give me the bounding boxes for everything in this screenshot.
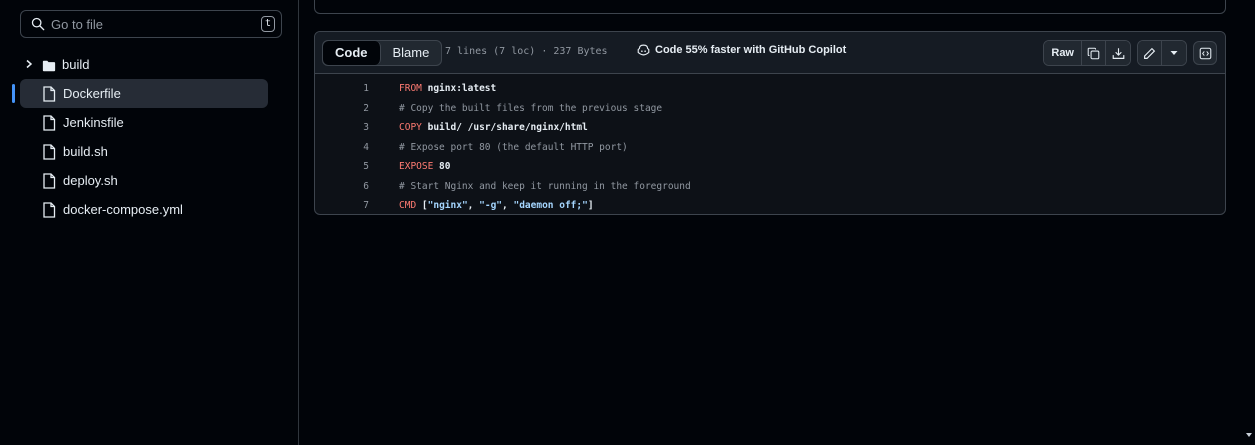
code-token: COPY	[399, 122, 428, 133]
code-token: FROM	[399, 83, 428, 94]
tree-item-jenkinsfile[interactable]: Jenkinsfile	[20, 108, 268, 137]
shortcut-key-badge: t	[261, 16, 275, 32]
raw-copy-download-group: Raw	[1043, 40, 1131, 66]
raw-button[interactable]: Raw	[1044, 41, 1082, 65]
code-line: 4 # Expose port 80 (the default HTTP port…	[315, 138, 1225, 158]
code-token: EXPOSE	[399, 161, 440, 172]
code-token: nginx:latest	[427, 83, 497, 94]
file-actions: Raw	[1037, 40, 1217, 66]
file-viewer: Code Blame 7 lines (7 loc) · 237 Bytes C…	[314, 31, 1226, 215]
tree-item-label: deploy.sh	[63, 173, 118, 188]
line-content: # Start Nginx and keep it running in the…	[399, 177, 691, 197]
code-token: 80	[439, 161, 451, 172]
tree-item-build[interactable]: build	[20, 50, 268, 79]
pencil-icon	[1144, 47, 1156, 59]
file-tree-sidebar: Go to file t build Dockerfile Jenkinsfil…	[0, 0, 299, 445]
file-icon	[43, 202, 56, 218]
tree-item-label: build.sh	[63, 144, 108, 159]
code-line: 1 FROM nginx:latest	[315, 79, 1225, 99]
download-icon	[1112, 47, 1124, 59]
previous-panel-edge	[314, 0, 1226, 14]
tree-item-label: docker-compose.yml	[63, 202, 183, 217]
code-token: "-g"	[479, 200, 503, 211]
code-token: CMD	[399, 200, 422, 211]
code-line: 7 CMD ["nginx", "-g", "daemon off;"]	[315, 196, 1225, 214]
scroll-down-arrow-icon[interactable]	[1246, 433, 1252, 437]
edit-menu-button[interactable]	[1162, 41, 1186, 65]
line-number[interactable]: 5	[315, 157, 369, 177]
line-content: CMD ["nginx", "-g", "daemon off;"]	[399, 196, 594, 214]
tree-item-dockerfile[interactable]: Dockerfile	[12, 79, 268, 108]
line-content: # Copy the built files from the previous…	[399, 99, 662, 119]
copilot-promo[interactable]: Code 55% faster with GitHub Copilot	[637, 44, 846, 56]
code-token: # Start Nginx and keep it running in the…	[399, 180, 691, 192]
file-icon	[43, 173, 56, 189]
file-tree: build Dockerfile Jenkinsfile build.sh de…	[0, 50, 298, 224]
tree-item-label: build	[62, 57, 90, 72]
edit-group	[1137, 40, 1187, 66]
triangle-down-icon	[1170, 51, 1178, 55]
tree-item-docker-compose[interactable]: docker-compose.yml	[20, 195, 268, 224]
main-content: Code Blame 7 lines (7 loc) · 237 Bytes C…	[299, 0, 1243, 445]
file-icon	[43, 144, 56, 160]
copilot-promo-label: Code 55% faster with GitHub Copilot	[655, 44, 847, 56]
code-square-icon	[1199, 47, 1211, 59]
tab-blame[interactable]: Blame	[381, 41, 442, 65]
copy-icon	[1087, 47, 1100, 59]
line-number[interactable]: 4	[315, 138, 369, 158]
file-meta: 7 lines (7 loc) · 237 Bytes	[445, 46, 608, 57]
symbols-panel-button[interactable]	[1193, 41, 1217, 65]
code-token: # Expose port 80 (the default HTTP port)	[399, 141, 628, 153]
code-token: "daemon off;"	[513, 200, 588, 211]
code-view: 1 FROM nginx:latest 2 # Copy the built file…	[315, 79, 1225, 214]
line-content: COPY build/ /usr/share/nginx/html	[399, 118, 588, 138]
code-token: build/ /usr/share/nginx/html	[427, 122, 588, 133]
selected-indicator	[12, 84, 15, 103]
code-token: ]	[587, 200, 594, 211]
page-scrollbar[interactable]	[1243, 0, 1255, 445]
code-token: # Copy the built files from the previous…	[399, 102, 663, 114]
copilot-icon	[637, 44, 650, 56]
code-line: 5 EXPOSE 80	[315, 157, 1225, 177]
file-icon	[43, 86, 56, 102]
code-line: 3 COPY build/ /usr/share/nginx/html	[315, 118, 1225, 138]
tree-item-deploy-sh[interactable]: deploy.sh	[20, 166, 268, 195]
line-number[interactable]: 6	[315, 177, 369, 197]
line-number[interactable]: 7	[315, 196, 369, 214]
file-header: Code Blame 7 lines (7 loc) · 237 Bytes C…	[315, 32, 1225, 74]
tree-item-label: Dockerfile	[63, 86, 121, 101]
view-toggle: Code Blame	[322, 40, 443, 66]
copy-raw-button[interactable]	[1082, 41, 1106, 65]
line-number[interactable]: 3	[315, 118, 369, 138]
code-token: "nginx"	[427, 200, 468, 211]
tree-item-build-sh[interactable]: build.sh	[20, 137, 268, 166]
folder-icon	[42, 60, 56, 72]
line-content: FROM nginx:latest	[399, 79, 496, 99]
line-number[interactable]: 1	[315, 79, 369, 99]
download-button[interactable]	[1106, 41, 1130, 65]
scrollbar-thumb[interactable]	[1245, 6, 1253, 356]
chevron-right-icon[interactable]	[24, 59, 34, 69]
line-content: # Expose port 80 (the default HTTP port)	[399, 138, 628, 158]
line-content: EXPOSE 80	[399, 157, 451, 177]
go-to-file-search[interactable]: Go to file t	[20, 10, 282, 38]
code-token: ,	[467, 200, 480, 211]
tab-code[interactable]: Code	[323, 41, 381, 65]
code-token: ,	[502, 200, 514, 211]
line-number[interactable]: 2	[315, 99, 369, 119]
tree-item-label: Jenkinsfile	[63, 115, 124, 130]
code-line: 2 # Copy the built files from the previou…	[315, 99, 1225, 119]
file-icon	[43, 115, 56, 131]
code-line: 6 # Start Nginx and keep it running in th…	[315, 177, 1225, 197]
edit-button[interactable]	[1138, 41, 1162, 65]
search-icon	[31, 17, 45, 31]
search-placeholder: Go to file	[51, 16, 104, 32]
